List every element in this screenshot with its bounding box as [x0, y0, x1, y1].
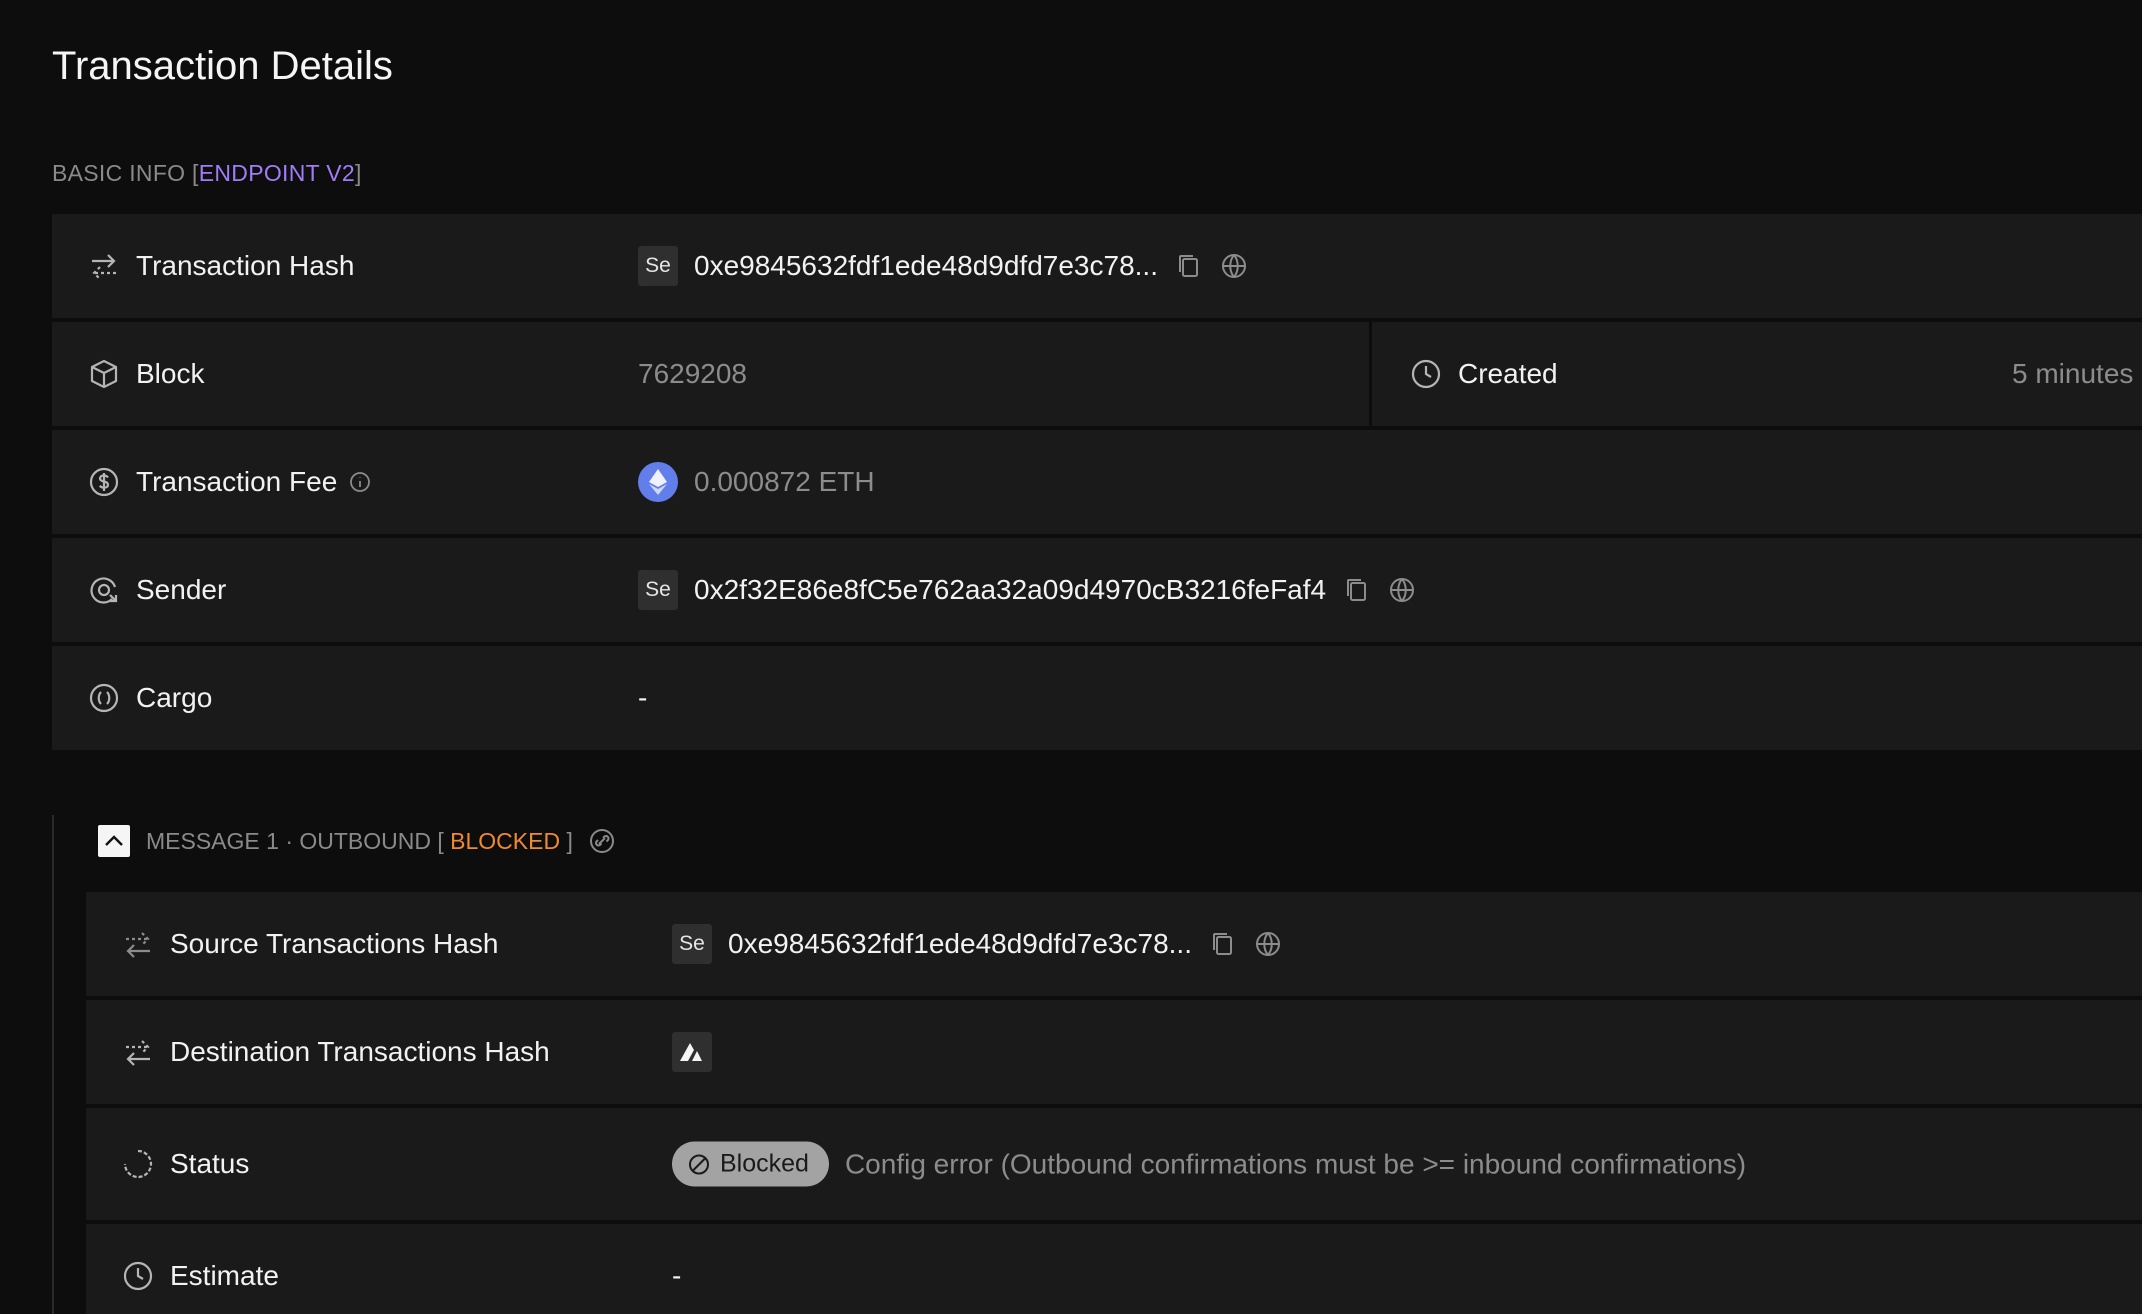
message-rail	[52, 815, 54, 1314]
row-divider	[1369, 322, 1372, 426]
message-header-suffix: ]	[560, 827, 573, 854]
globe-link-icon[interactable]	[1254, 929, 1284, 959]
message-status-word: BLOCKED	[450, 827, 561, 854]
arrows-swap-icon	[92, 254, 116, 280]
sender-label: Sender	[136, 574, 227, 605]
globe-link-icon[interactable]	[1220, 251, 1250, 281]
arrows-swap-icon	[126, 1040, 150, 1066]
transaction-hash-row: Transaction Hash Se 0xe9845632fdf1ede48d…	[52, 214, 2142, 318]
cargo-label: Cargo	[136, 682, 213, 713]
sender-icon	[90, 577, 118, 604]
section-label-prefix: BASIC INFO [	[52, 160, 199, 186]
status-row: Status Blocked Config error (Outbound co…	[86, 1108, 2142, 1220]
transaction-fee-amount: 0.000872 ETH	[694, 466, 875, 497]
message-header-prefix: MESSAGE 1 · OUTBOUND [	[146, 827, 451, 854]
destination-hash-label: Destination Transactions Hash	[170, 1036, 550, 1067]
info-icon[interactable]	[349, 471, 371, 493]
status-badge: Blocked	[672, 1141, 829, 1187]
clock-icon	[123, 1261, 153, 1291]
globe-link-icon[interactable]	[1388, 575, 1418, 605]
estimate-value-text: -	[672, 1260, 682, 1291]
message-header: MESSAGE 1 · OUTBOUND [ BLOCKED ]	[98, 825, 615, 857]
chain-badge: Se	[638, 246, 678, 286]
estimate-row: Estimate -	[86, 1224, 2142, 1314]
cargo-icon	[89, 683, 119, 713]
transaction-fee-label: Transaction Fee	[136, 466, 371, 498]
link-icon[interactable]	[589, 828, 615, 854]
clock-icon	[1411, 359, 1441, 389]
cargo-row: Cargo -	[52, 646, 2142, 750]
page-title: Transaction Details	[52, 44, 393, 88]
copy-icon[interactable]	[1208, 929, 1238, 959]
source-hash-value: Se 0xe9845632fdf1ede48d9dfd7e3c78...	[672, 924, 1284, 964]
arrows-swap-icon	[126, 932, 150, 958]
sender-value: Se 0x2f32E86e8fC5e762aa32a09d4970cB3216f…	[638, 570, 1418, 610]
endpoint-version-link[interactable]: ENDPOINT V2	[199, 160, 355, 186]
block-row: Block 7629208 Created 5 minutes ago,	[52, 322, 2142, 426]
transaction-hash-text[interactable]: 0xe9845632fdf1ede48d9dfd7e3c78...	[694, 250, 1158, 282]
source-hash-row: Source Transactions Hash Se 0xe9845632fd…	[86, 892, 2142, 996]
status-value: Blocked Config error (Outbound confirmat…	[672, 1141, 1747, 1187]
cargo-value-text: -	[638, 682, 648, 713]
avalanche-logo	[672, 1032, 712, 1072]
transaction-fee-label-text: Transaction Fee	[136, 466, 338, 497]
estimate-value: -	[672, 1260, 681, 1292]
status-detail: Config error (Outbound confirmations mus…	[844, 1148, 1747, 1179]
section-label: BASIC INFO [ENDPOINT V2]	[52, 160, 362, 187]
section-label-suffix: ]	[354, 160, 362, 186]
transaction-details-page: Transaction Details BASIC INFO [ENDPOINT…	[0, 0, 2142, 1314]
created-value: 5 minutes ago,	[2012, 358, 2142, 389]
status-label: Status	[170, 1148, 250, 1179]
transaction-fee-row: Transaction Fee 0.000872 ETH	[52, 430, 2142, 534]
cube-icon	[90, 359, 118, 389]
dollar-circle-icon	[89, 467, 119, 497]
source-hash-label: Source Transactions Hash	[170, 928, 499, 959]
collapse-button[interactable]	[98, 825, 130, 857]
copy-icon[interactable]	[1342, 575, 1372, 605]
created-label: Created	[1458, 358, 1558, 389]
sender-address[interactable]: 0x2f32E86e8fC5e762aa32a09d4970cB3216feFa…	[694, 574, 1326, 606]
source-hash-text[interactable]: 0xe9845632fdf1ede48d9dfd7e3c78...	[728, 928, 1192, 960]
block-label: Block	[136, 358, 205, 389]
chain-badge: Se	[672, 924, 712, 964]
ethereum-icon	[638, 462, 678, 502]
transaction-fee-value: 0.000872 ETH	[638, 462, 875, 502]
transaction-hash-value: Se 0xe9845632fdf1ede48d9dfd7e3c78...	[638, 246, 1250, 286]
status-badge-label: Blocked	[720, 1149, 809, 1178]
ban-icon	[689, 1154, 709, 1174]
destination-hash-value	[672, 1032, 712, 1072]
copy-icon[interactable]	[1174, 251, 1204, 281]
chevron-up-icon	[105, 835, 123, 846]
estimate-label: Estimate	[170, 1260, 279, 1291]
transaction-hash-label: Transaction Hash	[136, 250, 355, 281]
sender-row: Sender Se 0x2f32E86e8fC5e762aa32a09d4970…	[52, 538, 2142, 642]
chain-badge: Se	[638, 570, 678, 610]
block-value: 7629208	[638, 358, 747, 390]
cargo-value: -	[638, 682, 647, 714]
status-spinner-icon	[123, 1149, 153, 1179]
message-header-text: MESSAGE 1 · OUTBOUND [ BLOCKED ]	[146, 828, 573, 855]
destination-hash-row: Destination Transactions Hash	[86, 1000, 2142, 1104]
block-number[interactable]: 7629208	[638, 358, 747, 390]
